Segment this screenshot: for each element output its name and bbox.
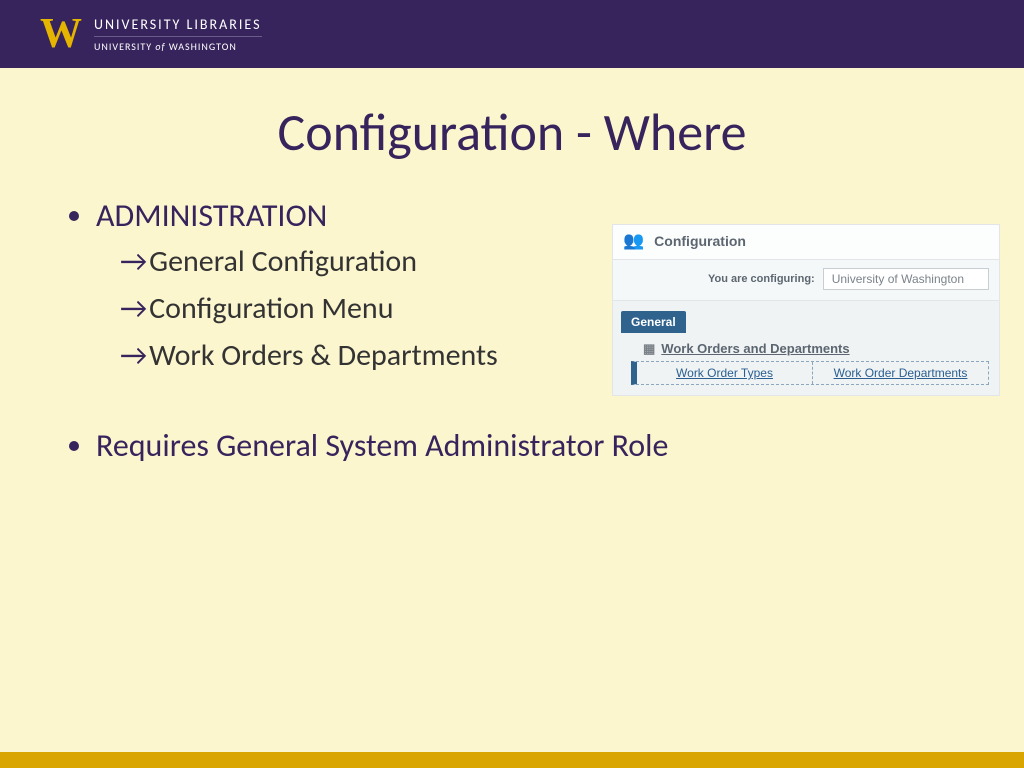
screenshot-title: Configuration	[654, 233, 746, 249]
header-line1: UNIVERSITY LIBRARIES	[94, 16, 262, 37]
sub-list: General Configuration Configuration Menu…	[96, 243, 668, 374]
footer-bar	[0, 752, 1024, 768]
screenshot-tabs: General Work Orders and Departments Work…	[613, 301, 999, 395]
header-line2-pre: UNIVERSITY	[94, 40, 155, 53]
header-line2-em: of	[155, 40, 168, 53]
link-work-order-types[interactable]: Work Order Types	[637, 362, 812, 384]
header-bar: W UNIVERSITY LIBRARIES UNIVERSITY of WAS…	[0, 0, 1024, 68]
slide-title: Configuration - Where	[0, 100, 1024, 164]
config-label: You are configuring:	[708, 273, 815, 285]
sub-configuration-menu: Configuration Menu	[120, 290, 668, 327]
header-line2: UNIVERSITY of WASHINGTON	[94, 40, 262, 53]
header-text: UNIVERSITY LIBRARIES UNIVERSITY of WASHI…	[94, 16, 262, 53]
users-icon: 👥	[623, 231, 644, 251]
bullet-administration: ADMINISTRATION General Configuration Con…	[96, 196, 668, 374]
screenshot-panel: 👥 Configuration You are configuring: Uni…	[612, 224, 1000, 396]
tab-general[interactable]: General	[621, 311, 686, 333]
links-row: Work Order Types Work Order Departments	[631, 361, 989, 385]
screenshot-config-row: You are configuring: University of Washi…	[613, 260, 999, 301]
bullet-list: ADMINISTRATION General Configuration Con…	[76, 196, 668, 471]
sub-general-configuration: General Configuration	[120, 243, 668, 280]
w-logo: W	[40, 10, 80, 58]
section-work-orders[interactable]: Work Orders and Departments	[643, 341, 987, 357]
header-line2-post: WASHINGTON	[169, 40, 237, 53]
slide-content: ADMINISTRATION General Configuration Con…	[0, 196, 1024, 471]
sub-work-orders-departments: Work Orders & Departments	[120, 337, 668, 374]
link-work-order-departments[interactable]: Work Order Departments	[812, 362, 988, 384]
bullet-administration-text: ADMINISTRATION	[96, 196, 327, 235]
bullet-requires-role: Requires General System Administrator Ro…	[96, 426, 668, 465]
screenshot-header: 👥 Configuration	[613, 225, 999, 260]
config-dropdown[interactable]: University of Washington	[823, 268, 989, 290]
